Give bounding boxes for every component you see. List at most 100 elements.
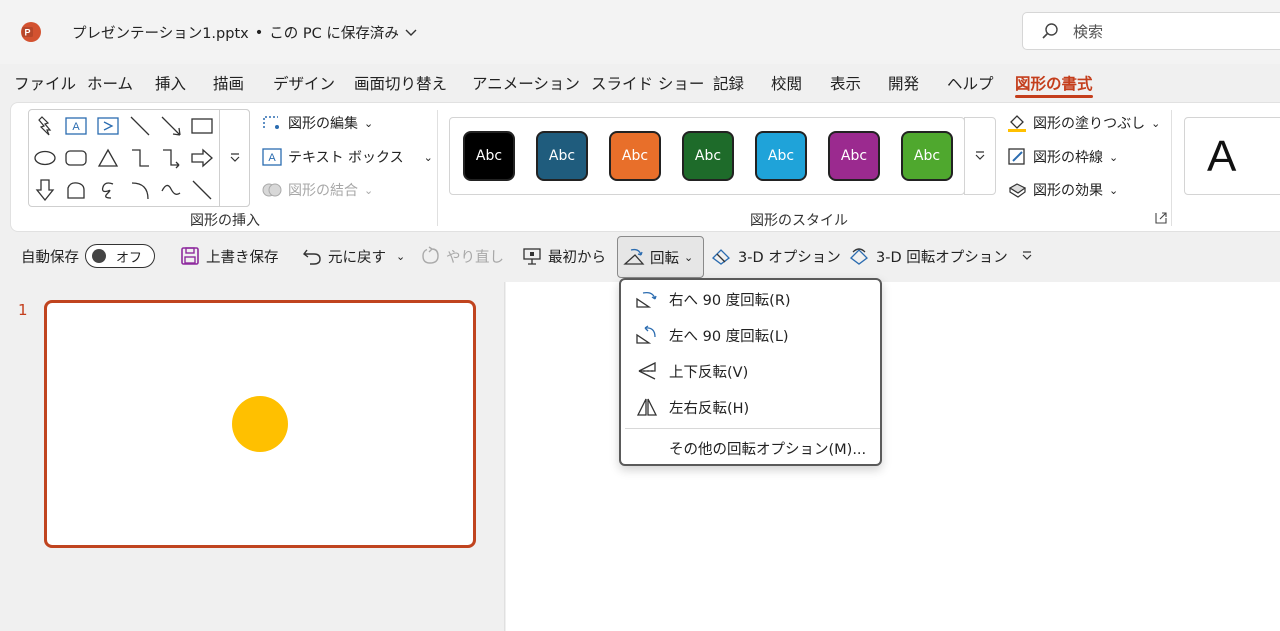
arc-shape-icon[interactable] xyxy=(127,177,153,203)
pen-outline-icon xyxy=(1007,147,1027,167)
rotate-button[interactable]: 回転 ⌄ xyxy=(617,236,704,278)
tab-shape-format[interactable]: 図形の書式 xyxy=(1015,70,1093,98)
rectangle-shape-icon[interactable] xyxy=(189,113,215,139)
chevron-down-icon: ⌄ xyxy=(396,249,406,263)
slide-number: 1 xyxy=(18,301,28,319)
3d-options-button[interactable]: 3-D オプション xyxy=(710,232,841,280)
tab-design[interactable]: デザイン xyxy=(273,70,335,98)
3d-rotation-button[interactable]: 3-D 回転オプション xyxy=(848,232,1008,280)
group-divider xyxy=(437,110,438,226)
style-swatch-7[interactable]: Abc xyxy=(901,131,953,181)
tab-view[interactable]: 表示 xyxy=(830,70,861,98)
paint-bucket-icon xyxy=(1007,113,1027,133)
merge-shapes-button[interactable]: 図形の結合 ⌄ xyxy=(262,180,373,200)
tab-slideshow[interactable]: スライド ショー xyxy=(591,70,704,98)
svg-text:A: A xyxy=(72,121,80,133)
circle-shape[interactable] xyxy=(232,396,288,452)
flip-horizontal-item[interactable]: 左右反転(H) xyxy=(621,389,880,425)
merge-shapes-icon xyxy=(262,181,282,199)
tab-insert[interactable]: 挿入 xyxy=(155,70,186,98)
chevron-down-icon: ⌄ xyxy=(364,116,374,130)
right-arrow-shape-icon[interactable] xyxy=(189,145,215,171)
redo-icon xyxy=(420,246,440,266)
tab-developer[interactable]: 開発 xyxy=(888,70,919,98)
lightning-shape-icon[interactable] xyxy=(32,113,58,139)
scribble-shape-icon[interactable] xyxy=(95,177,121,203)
group-divider xyxy=(1171,110,1172,226)
3d-options-label: 3-D オプション xyxy=(738,249,841,266)
textbox-shape-icon[interactable]: A xyxy=(63,113,89,139)
search-input[interactable]: 検索 xyxy=(1022,12,1280,50)
autosave-toggle[interactable]: 自動保存 オフ xyxy=(21,232,155,280)
style-swatch-1[interactable]: Abc xyxy=(463,131,515,181)
arrow-line-shape-icon[interactable] xyxy=(158,113,184,139)
svg-text:A: A xyxy=(268,152,276,164)
shape-outline-button[interactable]: 図形の枠線 ⌄ xyxy=(1007,147,1118,167)
curve-shape-icon[interactable] xyxy=(158,177,184,203)
autosave-label: 自動保存 xyxy=(21,249,79,266)
from-beginning-button[interactable]: 最初から xyxy=(522,232,606,280)
rotate-left-icon xyxy=(635,325,659,345)
tab-home[interactable]: ホーム xyxy=(87,70,133,98)
shape-fill-button[interactable]: 図形の塗りつぶし ⌄ xyxy=(1007,113,1160,133)
flip-vertical-label: 上下反転(V) xyxy=(669,364,749,381)
shape-styles-more-button[interactable] xyxy=(964,117,996,195)
edit-shape-label: 図形の編集 xyxy=(288,116,358,132)
style-swatch-4[interactable]: Abc xyxy=(682,131,734,181)
rotate-right-90-item[interactable]: 右へ 90 度回転(R) xyxy=(621,281,880,317)
text-box-button[interactable]: A テキスト ボックス ⌄ xyxy=(262,147,433,167)
shape-effects-button[interactable]: 図形の効果 ⌄ xyxy=(1007,180,1118,200)
toggle-knob xyxy=(92,249,106,263)
save-status: この PC に保存済み xyxy=(269,26,399,42)
tab-transitions[interactable]: 画面切り替え xyxy=(354,70,447,98)
insert-shapes-group-label: 図形の挿入 xyxy=(190,213,260,229)
search-placeholder: 検索 xyxy=(1073,22,1104,41)
shape-effects-label: 図形の効果 xyxy=(1033,183,1103,199)
flip-vertical-icon xyxy=(635,361,659,381)
shape-gallery-more-button[interactable] xyxy=(219,109,250,207)
autosave-switch[interactable]: オフ xyxy=(85,244,155,268)
tab-animations[interactable]: アニメーション xyxy=(472,70,580,98)
tab-draw[interactable]: 描画 xyxy=(213,70,244,98)
style-swatch-2[interactable]: Abc xyxy=(536,131,588,181)
customize-qat-button[interactable] xyxy=(1022,232,1032,280)
down-arrow-shape-icon[interactable] xyxy=(32,177,58,203)
oval-shape-icon[interactable] xyxy=(32,145,58,171)
vertical-textbox-shape-icon[interactable] xyxy=(95,113,121,139)
from-beginning-label: 最初から xyxy=(548,249,606,266)
tab-help[interactable]: ヘルプ xyxy=(947,70,994,98)
shape-styles-group-label: 図形のスタイル xyxy=(750,213,848,229)
powerpoint-logo-icon: P xyxy=(20,21,42,43)
elbow-connector-shape-icon[interactable] xyxy=(127,145,153,171)
redo-button[interactable]: やり直し xyxy=(420,232,504,280)
flip-vertical-item[interactable]: 上下反転(V) xyxy=(621,353,880,389)
style-swatch-6[interactable]: Abc xyxy=(828,131,880,181)
style-swatch-3[interactable]: Abc xyxy=(609,131,661,181)
document-title[interactable]: プレゼンテーション1.pptx • この PC に保存済み xyxy=(72,22,417,43)
edit-shape-icon xyxy=(262,114,282,132)
title-bar: P プレゼンテーション1.pptx • この PC に保存済み 検索 xyxy=(0,0,1280,64)
wordart-style-preview[interactable]: A xyxy=(1184,117,1280,195)
elbow-arrow-shape-icon[interactable] xyxy=(158,145,184,171)
diagonal-line-shape-icon[interactable] xyxy=(189,177,215,203)
line-shape-icon[interactable] xyxy=(127,113,153,139)
3d-rotation-icon xyxy=(848,246,870,266)
tab-record[interactable]: 記録 xyxy=(713,70,744,98)
menu-divider xyxy=(625,428,880,429)
undo-icon xyxy=(302,246,322,266)
chevron-down-icon: ⌄ xyxy=(684,250,694,264)
flip-horizontal-icon xyxy=(635,397,659,417)
freeform-shape-icon[interactable] xyxy=(63,177,89,203)
tab-file[interactable]: ファイル xyxy=(14,70,76,98)
style-swatch-5[interactable]: Abc xyxy=(755,131,807,181)
more-rotation-options-item[interactable]: その他の回転オプション(M)... xyxy=(621,430,880,466)
undo-button[interactable]: 元に戻す ⌄ xyxy=(302,232,405,280)
rounded-rectangle-shape-icon[interactable] xyxy=(63,145,89,171)
rotate-left-90-item[interactable]: 左へ 90 度回転(L) xyxy=(621,317,880,353)
dialog-launcher-icon[interactable] xyxy=(1155,212,1167,224)
edit-shape-button[interactable]: 図形の編集 ⌄ xyxy=(262,113,373,133)
triangle-shape-icon[interactable] xyxy=(95,145,121,171)
svg-text:P: P xyxy=(24,28,30,38)
tab-review[interactable]: 校閲 xyxy=(771,70,802,98)
save-button[interactable]: 上書き保存 xyxy=(180,232,279,280)
